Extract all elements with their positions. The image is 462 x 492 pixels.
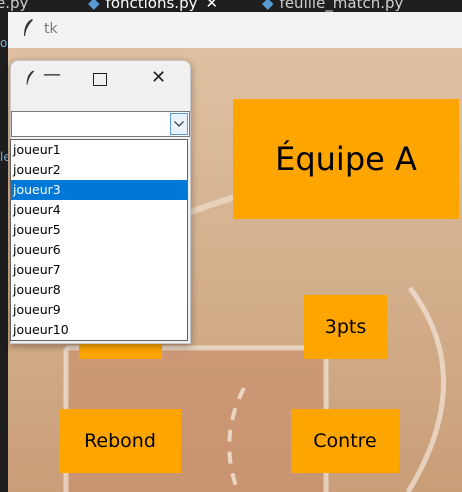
maximize-button[interactable]: [93, 73, 107, 86]
editor-tab-strip: e.py ◆ fonctions.py ✕ ◆ feuille_match.py: [0, 0, 462, 12]
block-button[interactable]: Contre: [291, 409, 399, 473]
team-a-button[interactable]: Équipe A: [233, 99, 459, 219]
tab-label: e.py: [0, 0, 29, 12]
tab-label: fonctions.py: [105, 0, 198, 12]
list-item[interactable]: joueur6: [11, 240, 187, 260]
list-item[interactable]: joueur9: [11, 300, 187, 320]
list-item[interactable]: joueur5: [11, 220, 187, 240]
close-icon[interactable]: ✕: [205, 0, 218, 12]
tab-label: feuille_match.py: [279, 0, 404, 12]
tab-fonctions-py[interactable]: ◆ fonctions.py ✕: [88, 0, 218, 12]
3pts-button[interactable]: 3pts: [304, 295, 387, 359]
list-item-selected[interactable]: joueur3: [11, 180, 187, 200]
list-item[interactable]: joueur2: [11, 160, 187, 180]
list-item[interactable]: joueur1: [11, 140, 187, 160]
list-item[interactable]: joueur10: [11, 320, 187, 340]
window-title: tk: [44, 21, 58, 37]
player-combobox[interactable]: [11, 111, 190, 137]
close-button[interactable]: ✕: [151, 67, 166, 88]
list-item[interactable]: joueur8: [11, 280, 187, 300]
title-bar[interactable]: — ✕: [11, 61, 190, 101]
list-item[interactable]: joueur4: [11, 200, 187, 220]
feather-icon: [25, 69, 35, 91]
tab-feuille-match-py[interactable]: ◆ feuille_match.py: [262, 0, 403, 12]
rebound-button[interactable]: Rebond: [59, 409, 181, 473]
list-item[interactable]: joueur7: [11, 260, 187, 280]
python-file-icon: ◆: [88, 0, 100, 12]
player-dropdown-list[interactable]: joueur1 joueur2 joueur3 joueur4 joueur5 …: [10, 139, 188, 341]
feather-icon: [22, 18, 34, 43]
python-file-icon: ◆: [262, 0, 274, 12]
minimize-button[interactable]: —: [43, 64, 61, 85]
chevron-down-icon[interactable]: [170, 113, 188, 135]
tab-e-py[interactable]: e.py: [0, 0, 28, 12]
title-bar[interactable]: tk: [8, 12, 462, 48]
